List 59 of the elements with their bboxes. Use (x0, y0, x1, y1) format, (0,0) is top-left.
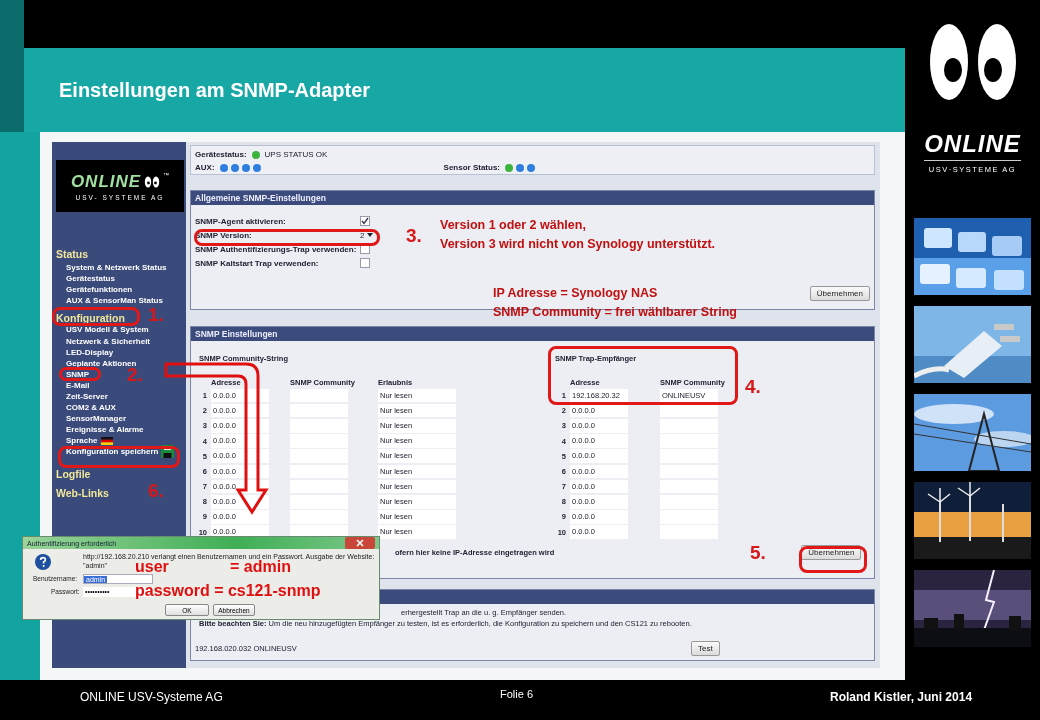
eyes-icon (144, 175, 161, 188)
nav-item[interactable]: Sprache (66, 436, 98, 446)
version-dropdown[interactable]: 2 (360, 230, 374, 240)
caret-icon (367, 233, 374, 237)
footer-author: Roland Kistler, Juni 2014 (830, 690, 973, 704)
apply-button[interactable]: Übernehmen (809, 286, 870, 301)
slide-number: Folie 6 (500, 688, 534, 700)
nav-item[interactable]: Ereignisse & Alarme (66, 425, 144, 435)
nav-item[interactable]: Gerätestatus (66, 273, 115, 283)
nav-section[interactable]: Web-Links (56, 486, 109, 499)
test-button[interactable]: Test (691, 641, 720, 656)
nav-item[interactable]: System & Netzwerk Status (66, 262, 167, 272)
aux-label: AUX: (195, 163, 215, 172)
annotation-text: = admin (230, 558, 291, 576)
nav-item[interactable]: AUX & SensorMan Status (66, 295, 163, 305)
status-text: UPS STATUS OK (264, 150, 328, 159)
help-icon (35, 554, 51, 570)
nav-item[interactable]: Konfiguration speichern (66, 447, 159, 457)
nav-item[interactable]: E-Mail (66, 380, 90, 390)
step-number: 1. (148, 304, 164, 326)
brand-name: ONLINE (924, 130, 1021, 161)
footer-company: ONLINE USV-Systeme AG (80, 690, 223, 704)
flag-icon (100, 436, 113, 445)
step-number: 5. (750, 542, 766, 564)
nav-item[interactable]: SensorManager (66, 414, 127, 424)
panel-header: SNMP Einstellungen (191, 327, 874, 341)
setting-label: SNMP-Agent aktivieren: (195, 216, 286, 226)
step-number: 6. (148, 480, 164, 502)
status-label: Gerätestatus: (195, 150, 247, 159)
annotation-text: user (135, 558, 169, 576)
nav-item[interactable]: Zeit-Server (66, 392, 108, 401)
logo-name: ONLINE (70, 171, 142, 192)
step-number: 3. (406, 225, 422, 247)
nav-section[interactable]: Logfile (56, 467, 91, 480)
annotation-text: IP Adresse = Synology NAS (493, 285, 659, 302)
annotation-text: Version 3 wird nicht von Synology unterstützt. (440, 236, 716, 253)
nav-item[interactable]: Gerätefunktionen (66, 284, 133, 294)
sensor-label: Sensor Status: (443, 163, 501, 172)
step-number: 4. (745, 376, 761, 398)
nav-section[interactable]: Konfiguration (56, 311, 125, 324)
checkbox[interactable] (360, 258, 370, 268)
close-icon[interactable] (345, 537, 375, 549)
nav-item[interactable]: USV Modell & System (66, 325, 149, 335)
highlight-ring (799, 546, 867, 573)
panel-header: Allgemeine SNMP-Einstellungen (191, 191, 874, 205)
nav-item[interactable]: LED-Display (66, 347, 114, 357)
nav-section[interactable]: Status (56, 248, 89, 260)
nav-item[interactable]: Geplante Aktionen (66, 358, 137, 368)
nav-item[interactable]: COM2 & AUX (66, 403, 116, 413)
annotation-text: SNMP Community = frei wählbarer String (493, 304, 737, 321)
highlight-ring (59, 367, 101, 381)
annotation-text: Version 1 oder 2 wählen, (440, 217, 587, 234)
nav-item[interactable]: SNMP (66, 369, 90, 379)
setting-label: SNMP Kaltstart Trap verwenden: (195, 258, 319, 268)
checkbox[interactable] (360, 216, 370, 226)
nav-item[interactable]: Netzwerk & Sicherheit (66, 336, 151, 346)
checkbox[interactable] (360, 244, 370, 254)
slide-title: Einstellungen am SNMP-Adapter (59, 78, 371, 102)
setting-label: SNMP Authentifizierungs-Trap verwenden: (195, 244, 357, 254)
